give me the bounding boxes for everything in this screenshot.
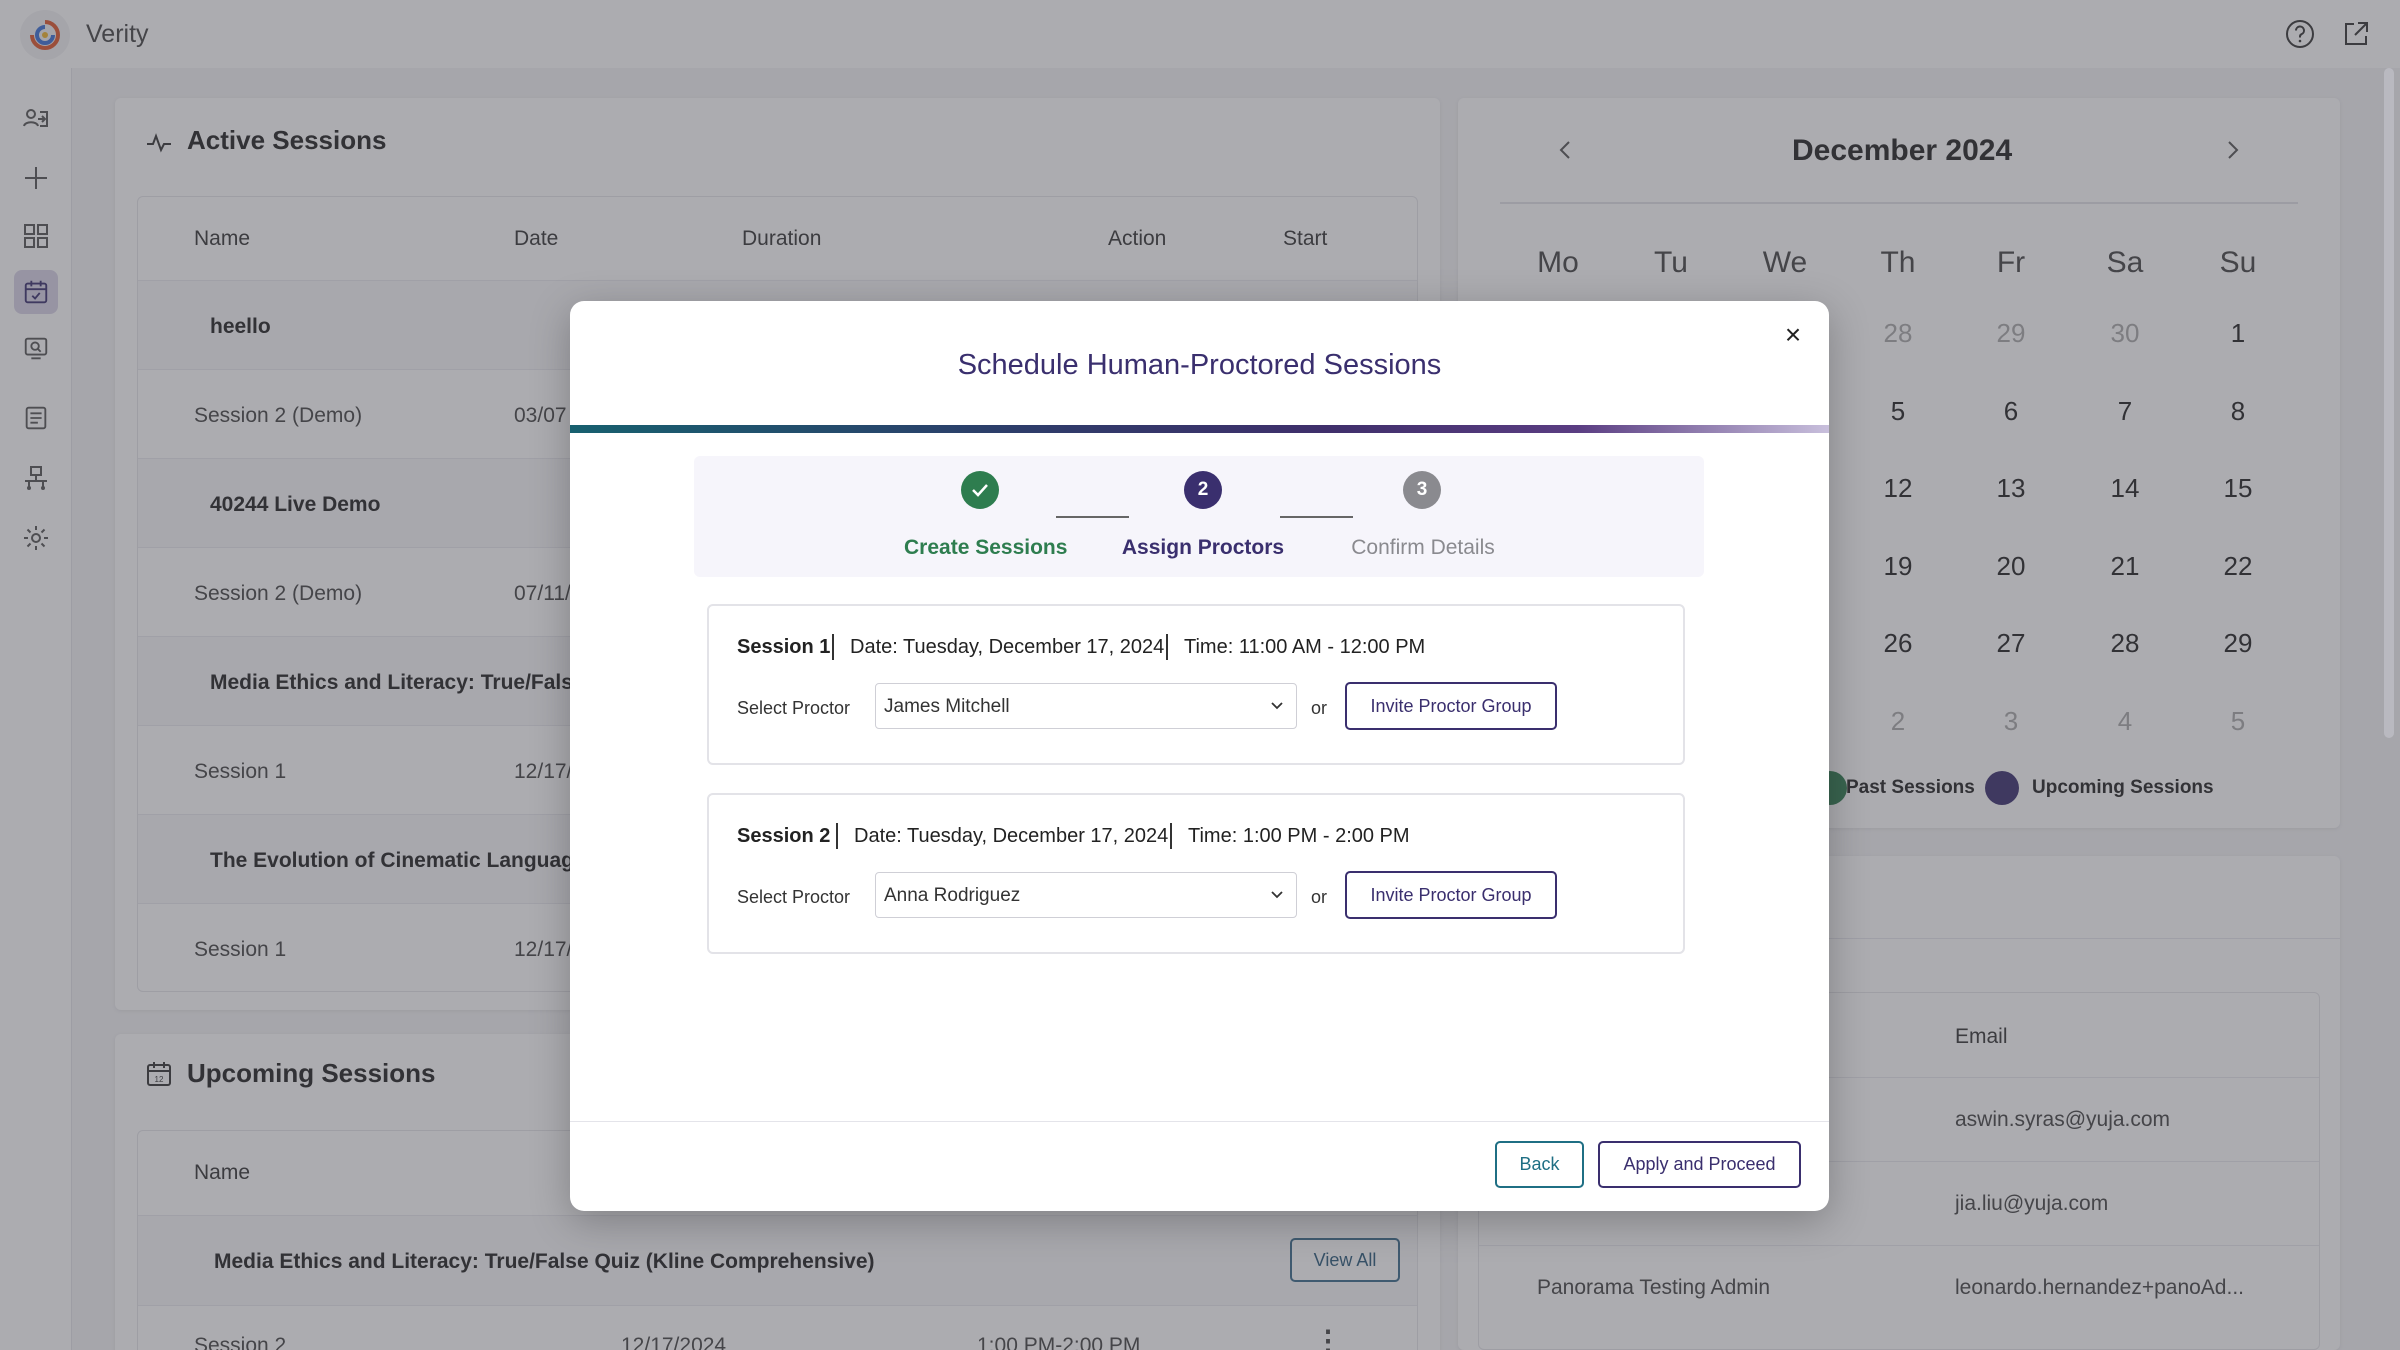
close-icon[interactable]: ×: [1775, 317, 1811, 353]
proctor-select[interactable]: James Mitchell: [875, 683, 1297, 729]
select-proctor-label: Select Proctor: [737, 887, 851, 907]
session-time: Time: 1:00 PM - 2:00 PM: [1188, 825, 1410, 847]
session-date: Date: Tuesday, December 17, 2024: [854, 825, 1169, 847]
step-label-assign-proctors: Assign Proctors: [1121, 536, 1285, 559]
session-card: Session 1 Date: Tuesday, December 17, 20…: [707, 604, 1685, 765]
step-connector: [1056, 516, 1129, 518]
step-label-create-sessions: Create Sessions: [904, 536, 1068, 559]
invite-proctor-group-button[interactable]: Invite Proctor Group: [1345, 682, 1557, 730]
session-label: Session 1: [737, 636, 831, 658]
footer-divider: [570, 1121, 1829, 1122]
session-date: Date: Tuesday, December 17, 2024: [850, 636, 1165, 658]
modal-title: Schedule Human-Proctored Sessions: [957, 349, 1442, 381]
selected-proctor: Anna Rodriguez: [884, 885, 1021, 906]
session-label: Session 2: [737, 825, 831, 847]
chevron-down-icon: [1266, 883, 1288, 905]
schedule-sessions-modal: Schedule Human-Proctored Sessions × 2 3 …: [570, 301, 1829, 1211]
step-number: 3: [1403, 471, 1441, 509]
separator: [1166, 634, 1168, 660]
separator: [836, 823, 838, 849]
back-button[interactable]: Back: [1495, 1141, 1584, 1188]
apply-and-proceed-button[interactable]: Apply and Proceed: [1598, 1141, 1801, 1188]
select-proctor-label: Select Proctor: [737, 698, 851, 718]
session-time: Time: 11:00 AM - 12:00 PM: [1184, 636, 1426, 658]
or-text: or: [1311, 698, 1328, 718]
invite-proctor-group-button[interactable]: Invite Proctor Group: [1345, 871, 1557, 919]
header-gradient-bar: [570, 425, 1829, 433]
or-text: or: [1311, 887, 1328, 907]
chevron-down-icon: [1266, 694, 1288, 716]
step-label-confirm-details: Confirm Details: [1351, 536, 1495, 559]
progress-stepper: 2 3 Create Sessions Assign Proctors Conf…: [694, 456, 1704, 577]
session-card: Session 2 Date: Tuesday, December 17, 20…: [707, 793, 1685, 954]
step-connector: [1280, 516, 1353, 518]
separator: [1170, 823, 1172, 849]
step-number: 2: [1184, 471, 1222, 509]
proctor-select[interactable]: Anna Rodriguez: [875, 872, 1297, 918]
separator: [832, 634, 834, 660]
selected-proctor: James Mitchell: [884, 696, 1010, 717]
step-complete-check-icon: [961, 471, 999, 509]
page-scrollbar[interactable]: [2384, 68, 2394, 738]
